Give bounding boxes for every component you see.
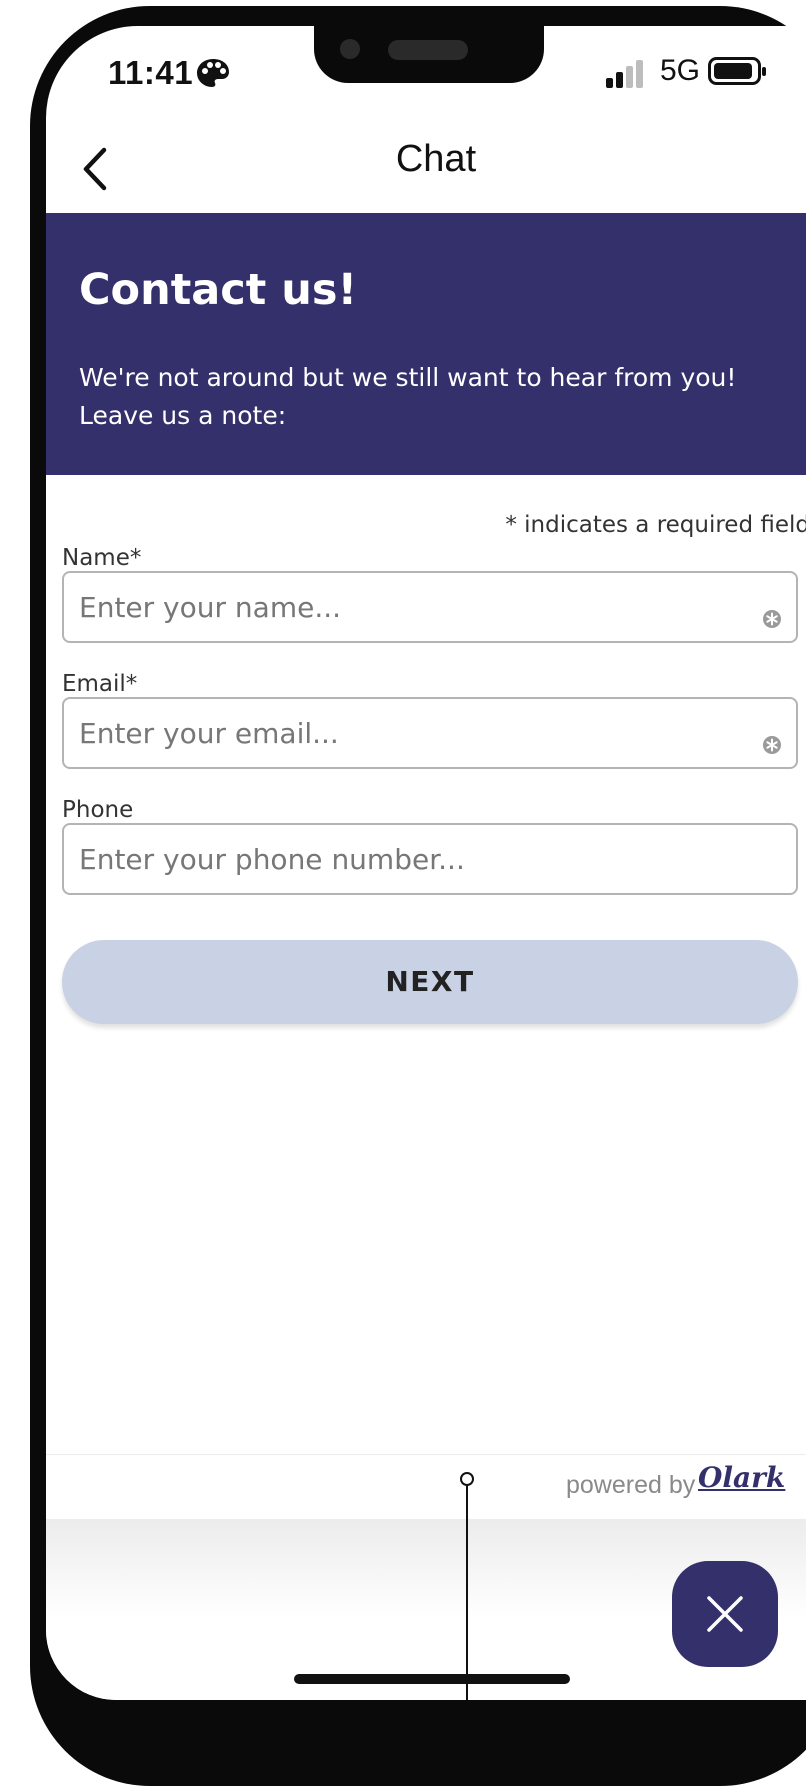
powered-by-text: powered by xyxy=(566,1471,696,1499)
notch xyxy=(314,6,544,83)
email-input[interactable] xyxy=(64,699,796,767)
pointer-line xyxy=(466,1484,468,1700)
phone-field[interactable] xyxy=(62,823,798,895)
next-button[interactable]: NEXT xyxy=(62,940,798,1024)
signal-icon xyxy=(606,60,643,88)
name-input[interactable] xyxy=(64,573,796,641)
close-icon xyxy=(707,1596,743,1632)
pointer-dot xyxy=(460,1472,474,1486)
nav-title: Chat xyxy=(395,138,477,180)
status-time: 11:41 xyxy=(108,54,194,91)
contact-title: Contact us! xyxy=(79,265,358,315)
required-asterisk-icon xyxy=(763,610,781,628)
screen: 11:41 5G Chat Contact us! We're not arou… xyxy=(46,26,806,1700)
contact-header: Contact us! We're not around but we stil… xyxy=(46,213,806,475)
contact-subtitle-line2: Leave us a note: xyxy=(79,401,287,430)
name-field[interactable] xyxy=(62,571,798,643)
powered-by-bar: powered by Olark xyxy=(46,1454,806,1519)
network-label: 5G xyxy=(660,54,701,87)
contact-subtitle: We're not around but we still want to he… xyxy=(79,359,799,435)
camera-icon xyxy=(340,39,360,59)
phone-label: Phone xyxy=(62,797,134,823)
olark-logo[interactable]: Olark xyxy=(698,1461,785,1494)
palette-icon xyxy=(197,59,229,87)
required-asterisk-icon xyxy=(763,736,781,754)
name-label: Name* xyxy=(62,545,142,571)
required-note: * indicates a required field xyxy=(505,512,806,538)
email-label: Email* xyxy=(62,671,138,697)
battery-icon xyxy=(708,57,766,85)
home-indicator[interactable] xyxy=(294,1674,570,1684)
close-chat-button[interactable] xyxy=(672,1561,778,1667)
contact-subtitle-line1: We're not around but we still want to he… xyxy=(79,363,737,392)
speaker-icon xyxy=(388,40,468,60)
phone-input[interactable] xyxy=(64,825,796,893)
email-field[interactable] xyxy=(62,697,798,769)
